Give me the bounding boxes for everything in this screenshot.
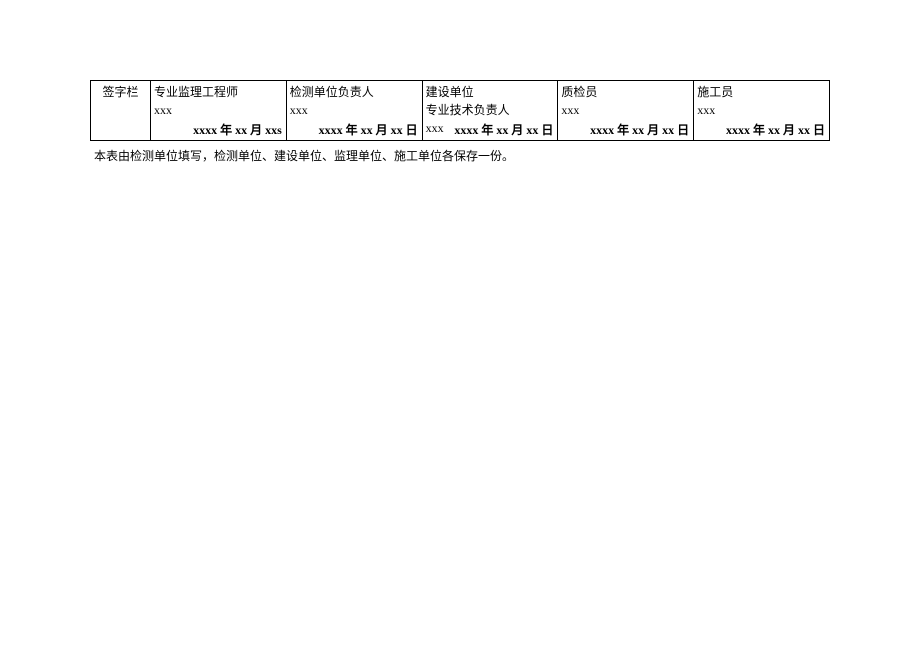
name-0: xxx [154, 101, 283, 119]
signature-table: 签字栏 专业监理工程师 xxx xxxx 年 xx 月 xxs 检测单位负责人 … [90, 80, 830, 141]
signature-label-cell: 签字栏 [91, 81, 151, 141]
name-3: xxx [561, 101, 690, 119]
signature-cell-1: 检测单位负责人 xxx xxxx 年 xx 月 xx 日 [286, 81, 422, 141]
footnote: 本表由检测单位填写，检测单位、建设单位、监理单位、施工单位各保存一份。 [90, 147, 830, 164]
role-4: 施工员 [697, 83, 826, 101]
date-3: xxxx 年 xx 月 xx 日 [590, 121, 689, 138]
signature-cell-4: 施工员 xxx xxxx 年 xx 月 xx 日 [694, 81, 830, 141]
name-4: xxx [697, 101, 826, 119]
role-1: 检测单位负责人 [290, 83, 419, 101]
date-1: xxxx 年 xx 月 xx 日 [319, 121, 418, 138]
signature-cell-2: 建设单位 专业技术负责人 xxx xxxx 年 xx 月 xx 日 [422, 81, 558, 141]
signature-cell-3: 质检员 xxx xxxx 年 xx 月 xx 日 [558, 81, 694, 141]
date-2: xxxx 年 xx 月 xx 日 [454, 121, 553, 138]
role-2b: 专业技术负责人 [426, 101, 555, 119]
role-3: 质检员 [561, 83, 690, 101]
role-0: 专业监理工程师 [154, 83, 283, 101]
name-1: xxx [290, 101, 419, 119]
role-2: 建设单位 [426, 83, 555, 101]
signature-cell-0: 专业监理工程师 xxx xxxx 年 xx 月 xxs [151, 81, 287, 141]
date-4: xxxx 年 xx 月 xx 日 [726, 121, 825, 138]
signature-label: 签字栏 [102, 85, 138, 99]
date-0: xxxx 年 xx 月 xxs [193, 121, 282, 138]
